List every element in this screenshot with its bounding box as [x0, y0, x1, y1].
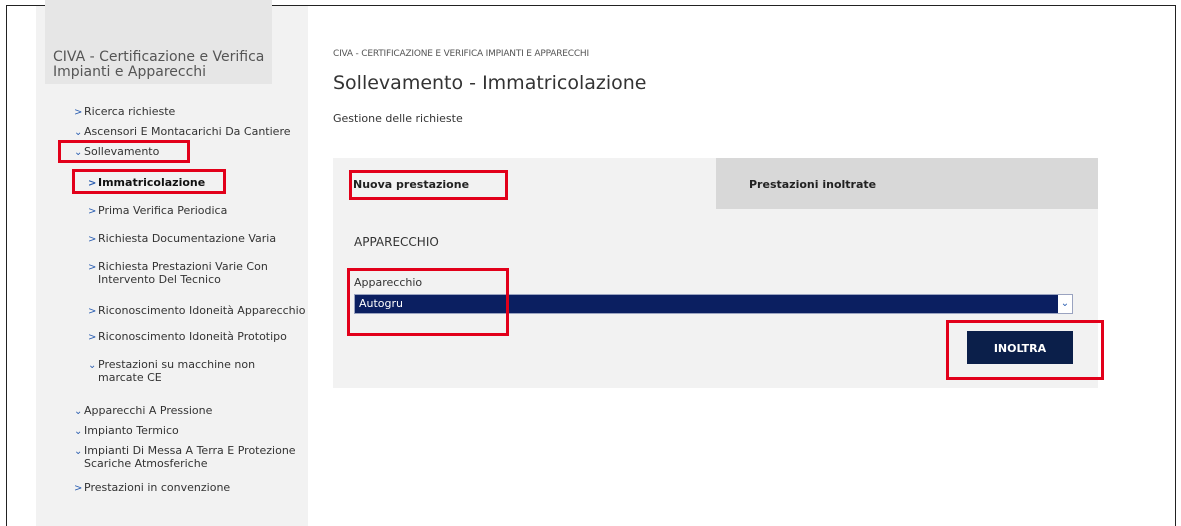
- page-subtitle: Gestione delle richieste: [333, 112, 463, 125]
- tab-prestazioni-inoltrate-label[interactable]: Prestazioni inoltrate: [749, 178, 876, 191]
- sidebar-item-label: Prima Verifica Periodica: [98, 204, 228, 217]
- chevron-right-icon: >: [88, 262, 97, 273]
- sidebar-item-convenzione[interactable]: > Prestazioni in convenzione: [74, 481, 230, 495]
- chevron-right-icon: >: [88, 332, 97, 343]
- chevron-down-icon: ⌄: [74, 446, 83, 457]
- sidebar-item-label: Impianto Termico: [84, 424, 179, 437]
- sidebar-item-pressione[interactable]: ⌄ Apparecchi A Pressione: [74, 404, 212, 418]
- section-apparecchio: APPARECCHIO: [354, 235, 439, 249]
- sidebar-item-label: Riconoscimento Idoneità Apparecchio: [98, 304, 306, 317]
- sidebar-item-label: Ricerca richieste: [84, 105, 176, 118]
- sidebar-item-documentazione[interactable]: > Richiesta Documentazione Varia: [88, 232, 276, 246]
- sidebar-item-label: Prestazioni su macchine non marcate CE: [98, 358, 256, 384]
- breadcrumb: CIVA - CERTIFICAZIONE E VERIFICA IMPIANT…: [333, 49, 589, 59]
- chevron-right-icon: >: [88, 206, 97, 217]
- apparecchio-label: Apparecchio: [354, 276, 423, 289]
- sidebar-item-label: Apparecchi A Pressione: [84, 404, 213, 417]
- chevron-down-icon: ⌄: [74, 147, 83, 158]
- chevron-right-icon: >: [88, 234, 97, 245]
- sidebar-title: CIVA - Certificazione e Verifica Impiant…: [53, 49, 265, 80]
- sidebar-item-immatricolazione[interactable]: > Immatricolazione: [88, 176, 205, 190]
- chevron-right-icon: >: [88, 178, 97, 189]
- sidebar-item-idoneita-prototipo[interactable]: > Riconoscimento Idoneità Prototipo: [88, 330, 287, 344]
- tab-nuova-prestazione[interactable]: Nuova prestazione: [353, 178, 469, 191]
- chevron-right-icon: >: [88, 306, 97, 317]
- inoltra-button[interactable]: INOLTRA: [967, 331, 1073, 364]
- sidebar-item-label: Richiesta Documentazione Varia: [98, 232, 277, 245]
- sidebar-item-ricerca-richieste[interactable]: > Ricerca richieste: [74, 105, 175, 119]
- chevron-down-icon: ⌄: [88, 360, 97, 371]
- sidebar-item-label: Prestazioni in convenzione: [84, 481, 231, 494]
- sidebar-item-prima-verifica[interactable]: > Prima Verifica Periodica: [88, 204, 227, 218]
- sidebar-item-prestazioni-varie[interactable]: > Richiesta Prestazioni Varie Con Interve…: [88, 260, 288, 286]
- sidebar-item-label: Sollevamento: [84, 145, 160, 158]
- apparecchio-select[interactable]: Autogru ⌄: [354, 294, 1073, 314]
- chevron-right-icon: >: [74, 483, 83, 494]
- sidebar-item-ascensori[interactable]: ⌄ Ascensori E Montacarichi Da Cantiere: [74, 125, 291, 139]
- select-value: Autogru: [359, 297, 404, 310]
- sidebar-item-idoneita-apparecchio[interactable]: > Riconoscimento Idoneità Apparecchio: [88, 304, 305, 318]
- sidebar-item-messa-a-terra[interactable]: ⌄ Impianti Di Messa A Terra E Protezione …: [74, 444, 310, 470]
- page-title: Sollevamento - Immatricolazione: [333, 72, 647, 94]
- chevron-down-icon: ⌄: [74, 426, 83, 437]
- chevron-right-icon: >: [74, 107, 83, 118]
- sidebar-item-label: Impianti Di Messa A Terra E Protezione S…: [84, 444, 296, 470]
- chevron-down-icon: ⌄: [74, 406, 83, 417]
- sidebar-item-sollevamento[interactable]: ⌄ Sollevamento: [74, 145, 159, 159]
- chevron-down-icon[interactable]: ⌄: [1058, 295, 1072, 313]
- chevron-down-icon: ⌄: [74, 127, 83, 138]
- sidebar-item-label: Immatricolazione: [98, 176, 206, 189]
- sidebar-item-non-marcate-ce[interactable]: ⌄ Prestazioni su macchine non marcate CE: [88, 358, 298, 384]
- sidebar-item-label: Riconoscimento Idoneità Prototipo: [98, 330, 287, 343]
- sidebar-item-label: Ascensori E Montacarichi Da Cantiere: [84, 125, 291, 138]
- sidebar-item-label: Richiesta Prestazioni Varie Con Interven…: [98, 260, 268, 286]
- sidebar-item-termico[interactable]: ⌄ Impianto Termico: [74, 424, 179, 438]
